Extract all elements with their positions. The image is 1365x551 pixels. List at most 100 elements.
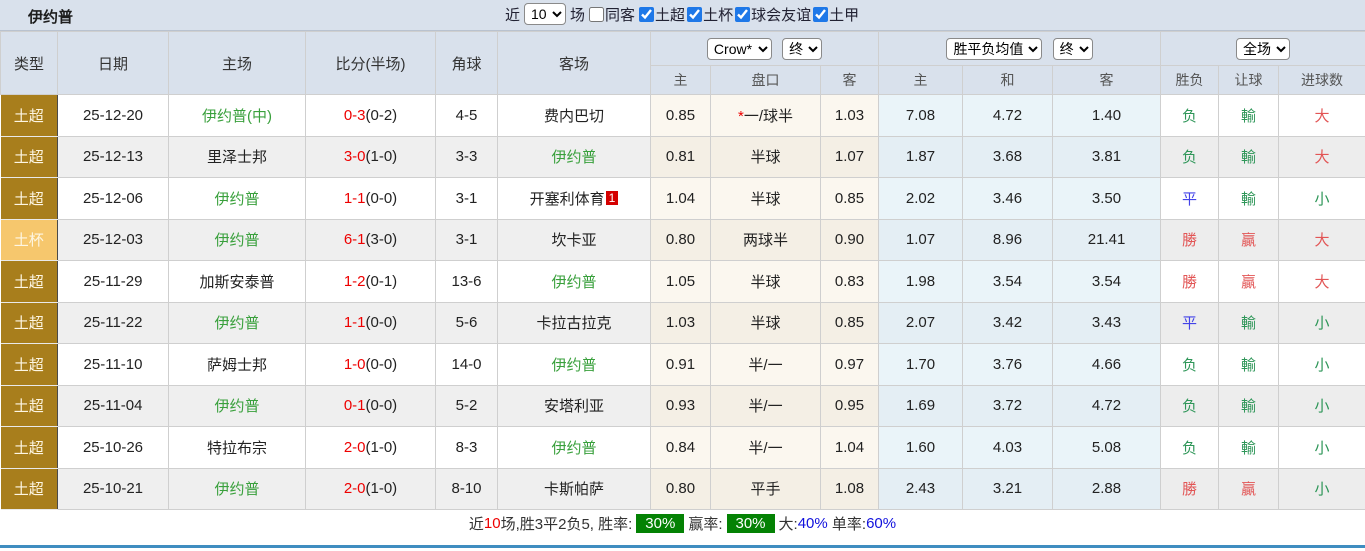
euro-metric-select[interactable]: 胜平负均值 bbox=[946, 37, 1043, 60]
ah-home-odds: 0.93 bbox=[650, 384, 711, 427]
ah-home-odds: 1.05 bbox=[650, 260, 711, 303]
score-cell: 0-1(0-0) bbox=[305, 384, 436, 427]
euro-away-odds: 4.72 bbox=[1052, 384, 1162, 427]
ah-away-odds: 1.04 bbox=[819, 426, 880, 469]
euro-draw-odds: 4.03 bbox=[962, 426, 1054, 469]
euro-odds-header: 胜平负均值 终 bbox=[878, 31, 1162, 66]
euro-stage-select[interactable]: 终 bbox=[1052, 37, 1093, 60]
match-row: 土超 25-11-22 伊约普 1-1(0-0) 5-6 卡拉古拉克 1.03 半球 0.85 2… bbox=[0, 301, 1365, 344]
home-team: 伊约普 bbox=[168, 218, 306, 261]
goals-result: 小 bbox=[1278, 384, 1365, 427]
handicap-result: 輸 bbox=[1218, 384, 1280, 427]
match-row: 土超 25-12-06 伊约普 1-1(0-0) 3-1 开塞利体育 1 1.04 半球 0.85… bbox=[0, 177, 1365, 220]
home-team: 伊约普 bbox=[168, 384, 306, 427]
competition-type: 土超 bbox=[0, 384, 58, 427]
handicap-result: 輸 bbox=[1218, 343, 1280, 386]
match-row: 土超 25-11-29 加斯安泰普 1-2(0-1) 13-6 伊约普 1.05 半球 0.83… bbox=[0, 260, 1365, 303]
match-date: 25-11-29 bbox=[57, 260, 169, 303]
goals-result: 小 bbox=[1278, 426, 1365, 469]
handicap-line: 平手 bbox=[710, 467, 821, 510]
match-rows: 土超 25-12-20 伊约普(中) 0-3(0-2) 4-5 费内巴切 0.85 *一/球半… bbox=[0, 94, 1365, 510]
summary-text: 大: bbox=[778, 516, 798, 533]
match-result: 负 bbox=[1160, 135, 1220, 178]
league-filter-label: 土超 bbox=[655, 6, 686, 24]
match-date: 25-11-22 bbox=[57, 301, 169, 344]
match-table: 类型 日期 主场 比分(半场) 角球 客场 Crow* 终 胜平负均值 终 全场… bbox=[0, 31, 1365, 510]
ah-home-odds: 0.80 bbox=[650, 467, 711, 510]
handicap-line: 半球 bbox=[710, 135, 821, 178]
recent-count-select[interactable]: 10 bbox=[524, 3, 567, 25]
score-cell: 2-0(1-0) bbox=[305, 426, 436, 469]
corner-count: 5-6 bbox=[435, 301, 498, 344]
euro-away-odds: 3.54 bbox=[1052, 260, 1162, 303]
ah-away-odds: 1.03 bbox=[819, 94, 880, 137]
euro-draw-odds: 4.72 bbox=[962, 94, 1054, 137]
competition-type: 土超 bbox=[0, 94, 58, 137]
results-header: 全场 bbox=[1160, 31, 1365, 66]
match-result: 勝 bbox=[1160, 467, 1220, 510]
away-team: 伊约普 bbox=[497, 426, 651, 469]
handicap-line: *一/球半 bbox=[710, 94, 821, 137]
ah-home-odds: 1.03 bbox=[650, 301, 711, 344]
league-filter-checkbox[interactable] bbox=[639, 6, 655, 22]
away-team: 开塞利体育 1 bbox=[497, 177, 651, 220]
ah-stage-select[interactable]: 终 bbox=[782, 37, 823, 60]
match-result: 平 bbox=[1160, 301, 1220, 344]
handicap-result: 輸 bbox=[1218, 135, 1280, 178]
match-result: 勝 bbox=[1160, 218, 1220, 261]
handicap-result: 輸 bbox=[1218, 426, 1280, 469]
header-home: 主场 bbox=[168, 31, 306, 95]
league-filter: 土杯 bbox=[687, 4, 733, 25]
summary-line: 近 10 场,胜3平2负5, 胜率: 30% 赢率: 30% 大: 40% 单率: 60% bbox=[0, 510, 1365, 537]
scope-select[interactable]: 全场 bbox=[1236, 37, 1291, 60]
match-row: 土超 25-10-26 特拉布宗 2-0(1-0) 8-3 伊约普 0.84 半/一 1.04 1… bbox=[0, 426, 1365, 469]
asian-odds-header: Crow* 终 bbox=[649, 31, 880, 66]
corner-count: 3-3 bbox=[435, 135, 498, 178]
bookmaker-select[interactable]: Crow* bbox=[706, 37, 772, 60]
league-filter-label: 土杯 bbox=[703, 6, 734, 24]
home-team: 特拉布宗 bbox=[168, 426, 306, 469]
score-cell: 6-1(3-0) bbox=[305, 218, 436, 261]
match-row: 土超 25-10-21 伊约普 2-0(1-0) 8-10 卡斯帕萨 0.80 平手 1.08 2… bbox=[0, 467, 1365, 510]
handicap-result: 輸 bbox=[1218, 301, 1280, 344]
match-date: 25-12-20 bbox=[57, 94, 169, 137]
rank-badge: 1 bbox=[605, 190, 619, 205]
league-filter-checkbox[interactable] bbox=[813, 6, 829, 22]
euro-draw-odds: 3.72 bbox=[962, 384, 1054, 427]
same-away-checkbox[interactable] bbox=[589, 6, 605, 22]
header-ah-line: 盘口 bbox=[710, 65, 821, 95]
ah-away-odds: 0.83 bbox=[819, 260, 880, 303]
league-filter-checkbox[interactable] bbox=[735, 6, 751, 22]
league-filter-checkbox[interactable] bbox=[687, 6, 703, 22]
topbar-controls: 近 10 场 同客 土超 土杯 球会友谊 土甲 bbox=[505, 3, 859, 25]
corner-count: 4-5 bbox=[435, 94, 498, 137]
header-ah-result: 让球 bbox=[1218, 65, 1280, 95]
match-result: 平 bbox=[1160, 177, 1220, 220]
euro-away-odds: 3.43 bbox=[1052, 301, 1162, 344]
home-team: 伊约普 bbox=[168, 467, 306, 510]
page-title: 伊约普 bbox=[28, 9, 74, 26]
handicap-result: 贏 bbox=[1218, 218, 1280, 261]
match-date: 25-11-04 bbox=[57, 384, 169, 427]
rate-badge: 30% bbox=[636, 514, 685, 533]
away-team: 伊约普 bbox=[497, 260, 651, 303]
euro-home-odds: 2.07 bbox=[878, 301, 964, 344]
corner-count: 8-3 bbox=[435, 426, 498, 469]
match-date: 25-10-21 bbox=[57, 467, 169, 510]
handicap-line: 半球 bbox=[710, 260, 821, 303]
recent-label: 近 bbox=[505, 6, 521, 24]
goals-result: 小 bbox=[1278, 343, 1365, 386]
match-date: 25-12-03 bbox=[57, 218, 169, 261]
ah-home-odds: 0.85 bbox=[650, 94, 711, 137]
euro-home-odds: 2.43 bbox=[878, 467, 964, 510]
summary-text: 60% bbox=[866, 515, 897, 532]
match-row: 土超 25-11-04 伊约普 0-1(0-0) 5-2 安塔利亚 0.93 半/一 0.95 1… bbox=[0, 384, 1365, 427]
ah-away-odds: 0.85 bbox=[819, 301, 880, 344]
euro-draw-odds: 3.68 bbox=[962, 135, 1054, 178]
corner-count: 3-1 bbox=[435, 218, 498, 261]
euro-away-odds: 5.08 bbox=[1052, 426, 1162, 469]
euro-home-odds: 1.07 bbox=[878, 218, 964, 261]
league-filter: 土甲 bbox=[813, 4, 859, 25]
match-date: 25-12-13 bbox=[57, 135, 169, 178]
league-filter-label: 球会友谊 bbox=[751, 6, 812, 24]
